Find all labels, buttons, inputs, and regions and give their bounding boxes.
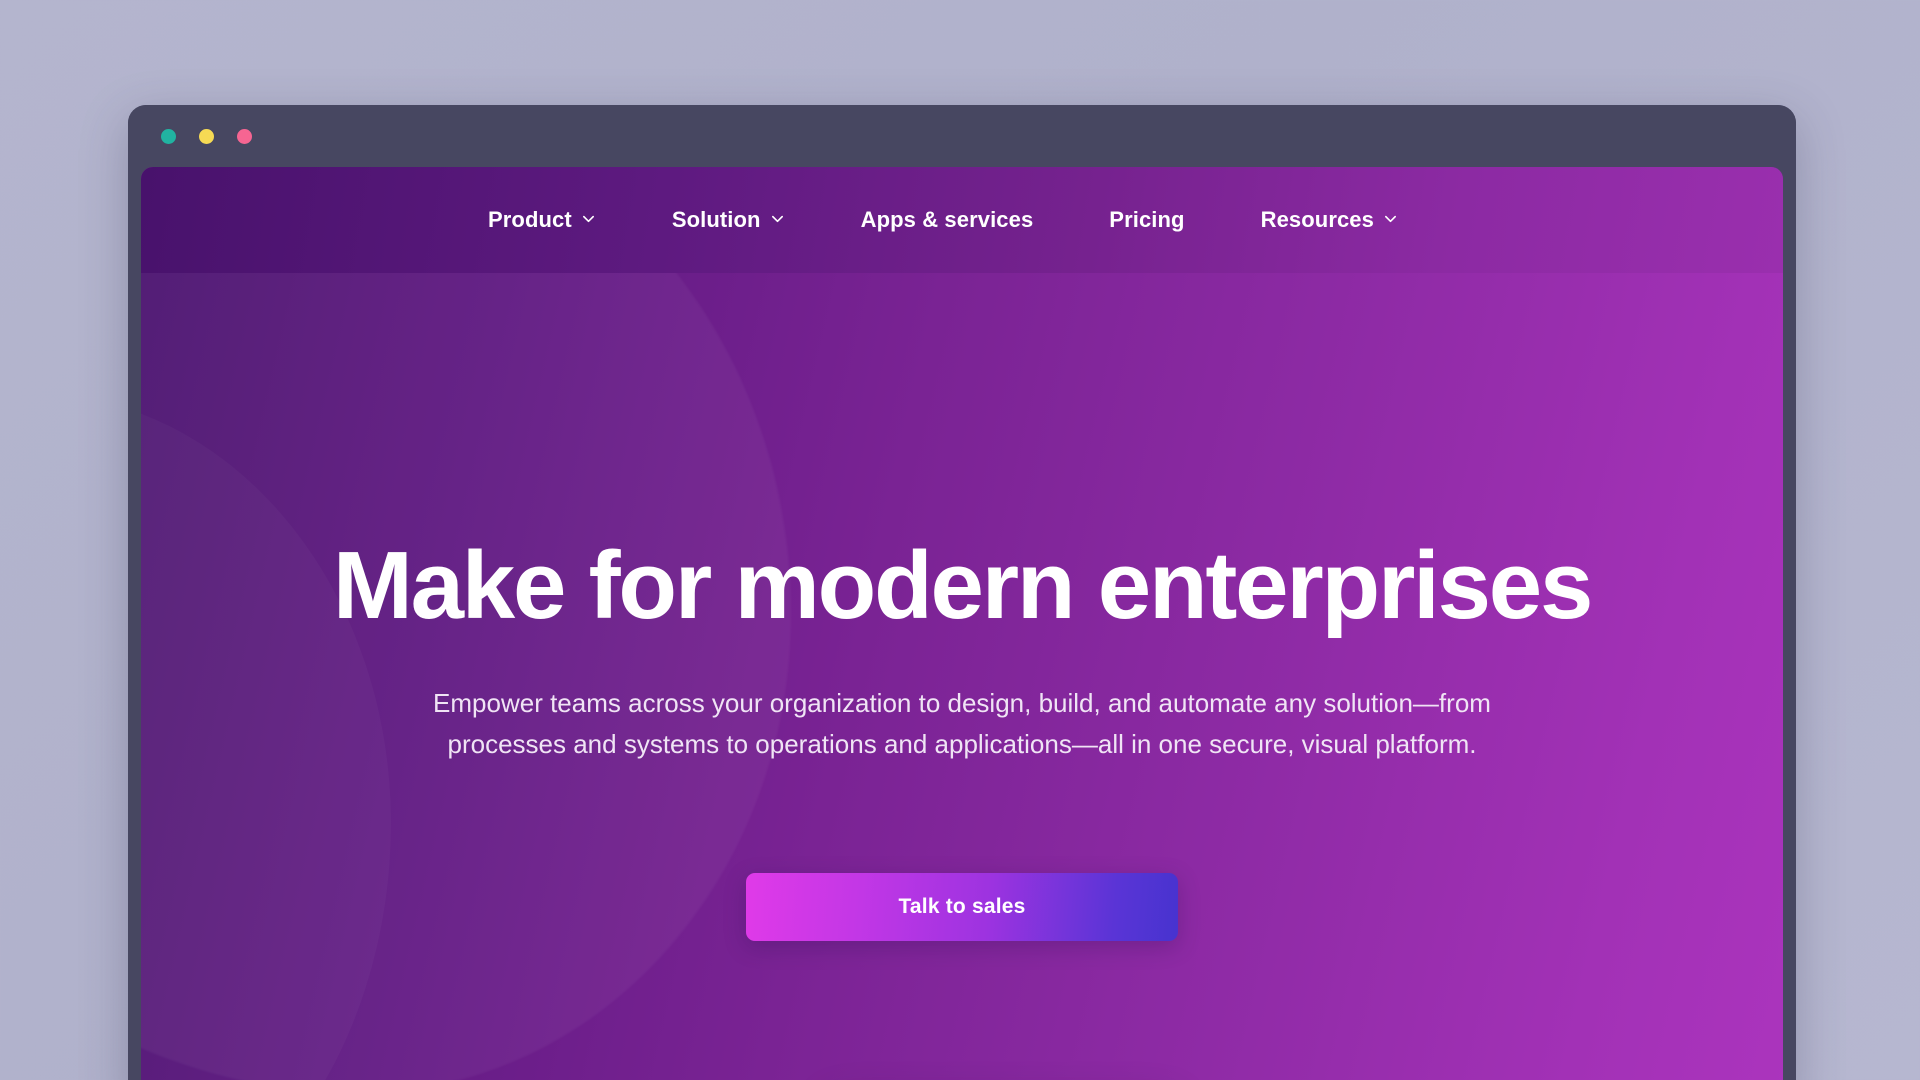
cta-container: Talk to sales — [746, 873, 1178, 941]
page-content: Product Solution Apps & services Pricing… — [141, 167, 1783, 1080]
browser-window: Product Solution Apps & services Pricing… — [128, 105, 1796, 1080]
nav-item-apps-services[interactable]: Apps & services — [861, 197, 1034, 243]
maximize-dot[interactable] — [237, 129, 252, 144]
nav-item-pricing[interactable]: Pricing — [1109, 197, 1184, 243]
nav-item-apps-services-label: Apps & services — [860, 207, 1034, 232]
nav-item-solution-label: Solution — [671, 207, 761, 232]
browser-titlebar — [128, 105, 1796, 167]
page-title: Make for modern enterprises — [332, 532, 1594, 639]
nav-item-product-label: Product — [488, 207, 572, 232]
minimize-dot[interactable] — [199, 129, 214, 144]
chevron-down-icon — [1383, 211, 1398, 226]
close-dot[interactable] — [161, 129, 176, 144]
nav-item-resources[interactable]: Resources — [1261, 197, 1398, 243]
nav-item-solution[interactable]: Solution — [672, 197, 785, 243]
hero-section: Make for modern enterprises Empower team… — [141, 273, 1783, 1080]
nav-item-pricing-label: Pricing — [1109, 207, 1185, 232]
talk-to-sales-button[interactable]: Talk to sales — [746, 873, 1178, 941]
hero-content: Make for modern enterprises Empower team… — [141, 273, 1783, 1080]
chevron-down-icon — [770, 211, 785, 226]
main-navigation: Product Solution Apps & services Pricing… — [141, 167, 1783, 273]
hero-subtitle: Empower teams across your organization t… — [433, 688, 1491, 760]
nav-item-resources-label: Resources — [1260, 207, 1374, 232]
nav-item-product[interactable]: Product — [488, 197, 596, 243]
traffic-light-controls — [161, 129, 252, 144]
chevron-down-icon — [581, 211, 596, 226]
